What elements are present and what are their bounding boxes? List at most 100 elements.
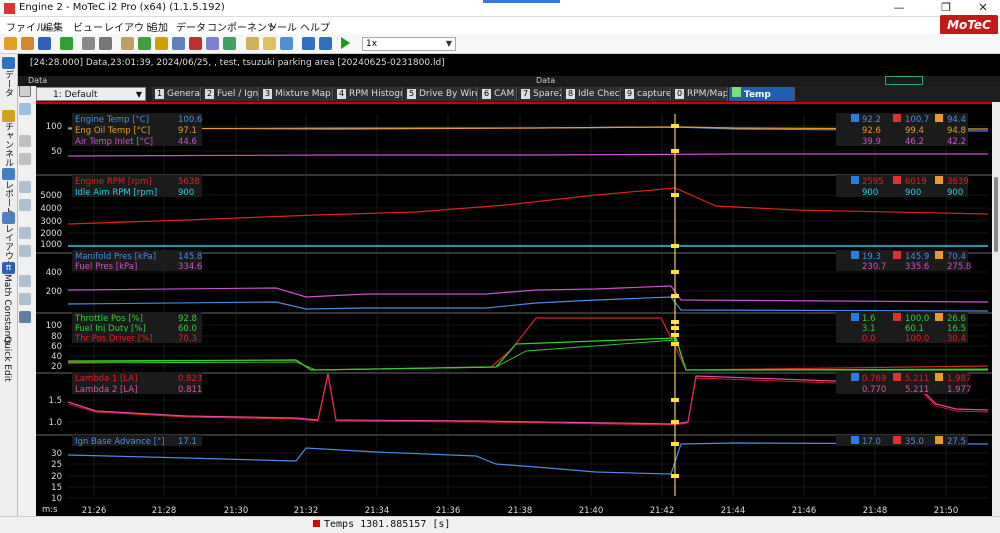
open-icon[interactable] [4, 37, 17, 50]
cursor-marker [671, 270, 679, 274]
list-tool-icon[interactable] [19, 311, 31, 323]
tab-rpm-histogram[interactable]: 4RPM Histogram [334, 87, 403, 101]
scrollbar-thumb[interactable] [994, 177, 998, 252]
menu-tools[interactable]: ツール [267, 19, 297, 34]
cursor-marker [671, 294, 679, 298]
print-preview-icon[interactable] [99, 37, 112, 50]
channel-max: 5.211 [905, 385, 929, 395]
download-icon[interactable] [60, 37, 73, 50]
max-icon [893, 251, 901, 259]
marker-tool-icon[interactable] [19, 181, 31, 193]
tab-general[interactable]: 1 General [152, 87, 201, 101]
close-button[interactable]: ✕ [972, 1, 994, 14]
sidebar-item-channels[interactable]: チャンネル [2, 122, 15, 167]
tab-number: 5 [407, 89, 416, 99]
data-timeline-bar[interactable]: Data Data [18, 76, 1000, 86]
tab-fuel-ign[interactable]: 2 Fuel / Ign [202, 87, 259, 101]
data-panel-icon[interactable] [2, 57, 15, 69]
grid-icon[interactable] [206, 37, 219, 50]
pi-icon[interactable]: π [2, 262, 15, 274]
menu-layout[interactable]: レイアウト [104, 19, 154, 34]
tab-mixture-map[interactable]: 3 Mixture Map [260, 87, 333, 101]
layout-select[interactable]: 1: Default ▼ [36, 87, 146, 101]
channel-min: 92.2 [862, 115, 881, 125]
search-tool-icon[interactable] [19, 153, 31, 165]
channel-min: 92.6 [862, 126, 881, 136]
y-tick-label: 30 [51, 449, 62, 459]
open-folder-icon[interactable] [21, 37, 34, 50]
tab-label: Drive By Wire [419, 89, 478, 99]
tab-rpm-map[interactable]: 0 RPM/Map [672, 87, 728, 101]
vertical-scrollbar[interactable] [992, 102, 1000, 516]
menu-data[interactable]: データ [176, 19, 206, 34]
forward-icon[interactable] [319, 37, 332, 50]
manifold-pres-trace [67, 296, 989, 312]
tab-number: 1 [155, 89, 164, 99]
back-icon[interactable] [302, 37, 315, 50]
title-accent [483, 0, 560, 3]
maximize-button[interactable]: ❐ [935, 1, 957, 14]
menu-help[interactable]: ヘルプ [300, 19, 330, 34]
tab-spare2[interactable]: 7 Spare2 [518, 87, 562, 101]
max-icon [893, 114, 901, 122]
record-icon[interactable] [189, 37, 202, 50]
sidebar-item-quick-edit[interactable]: Quick Edit [2, 336, 12, 382]
y-tick-label: 15 [51, 483, 62, 493]
zoom-select[interactable]: 1x ▼ [362, 37, 456, 51]
cursor-marker [671, 244, 679, 248]
tile-icon[interactable] [246, 37, 259, 50]
print-icon[interactable] [82, 37, 95, 50]
channel-value: 334.6 [178, 262, 202, 272]
menu-file[interactable]: ファイル [6, 19, 46, 34]
layout-icon[interactable] [155, 37, 168, 50]
tab-temp[interactable]: Temp [729, 87, 795, 101]
report-panel-icon[interactable] [2, 168, 15, 180]
tab-drive-by-wire[interactable]: 5 Drive By Wire [404, 87, 478, 101]
sidebar-item-reports[interactable]: レポート [2, 180, 15, 216]
settings-tool-icon[interactable] [19, 275, 31, 287]
time-graph[interactable]: 100 50 5000 4000 3000 2000 1000 400 200 100 80 60 40… [36, 102, 992, 516]
motec-logo: MoTeC [940, 15, 998, 35]
chart-icon[interactable] [223, 37, 236, 50]
menu-view[interactable]: ビュー [73, 19, 103, 34]
save-icon[interactable] [38, 37, 51, 50]
channel-max: 335.6 [905, 262, 929, 272]
layout-panel-icon[interactable] [2, 212, 15, 224]
tab-label: capture [637, 89, 671, 99]
tab-capture[interactable]: 9 capture [622, 87, 671, 101]
channel-avg: 42.2 [947, 137, 966, 147]
channel-value: 70.3 [178, 334, 197, 344]
x-tick-label: 21:50 [934, 506, 959, 516]
tool-palette [19, 85, 32, 325]
excel-icon[interactable] [138, 37, 151, 50]
range-selection[interactable] [885, 76, 923, 85]
data-label-left: Data [28, 76, 48, 85]
tab-cam[interactable]: 6 CAM [479, 87, 517, 101]
menu-add[interactable]: 追加 [148, 19, 168, 34]
edit-icon[interactable] [121, 37, 134, 50]
channel-avg: 94.4 [947, 115, 966, 125]
overlay-tool-icon[interactable] [19, 227, 31, 239]
menu-edit[interactable]: 編集 [43, 19, 63, 34]
sidebar-item-math-constants[interactable]: Math Constants [2, 274, 12, 345]
cursor-tool-icon[interactable] [19, 85, 31, 97]
worksheet-tabs: 1: Default ▼ 1 General 2 Fuel / Ign 3 Mixture… [36, 86, 1000, 102]
cascade-icon[interactable] [263, 37, 276, 50]
compare-tool-icon[interactable] [19, 245, 31, 257]
measure-tool-icon[interactable] [19, 135, 31, 147]
log-info-text: [24:28.000] Data,23:01:39, 2024/06/25, ,… [30, 58, 445, 68]
table-icon[interactable] [172, 37, 185, 50]
air-temp-trace [67, 153, 988, 157]
channel-avg: 1.987 [947, 374, 971, 384]
sync-tool-icon[interactable] [19, 199, 31, 211]
zoom-tool-icon[interactable] [19, 103, 31, 115]
x-tick-label: 21:32 [294, 506, 319, 516]
sidebar-item-data[interactable]: データ [2, 70, 15, 97]
play-icon[interactable] [341, 37, 350, 49]
channel-panel-icon[interactable] [2, 110, 15, 122]
minimize-button[interactable]: — [888, 1, 910, 14]
overlay-icon[interactable] [280, 37, 293, 50]
channel-avg: 3639 [947, 177, 969, 187]
tab-idle-check[interactable]: 8 Idle Check [563, 87, 621, 101]
properties-tool-icon[interactable] [19, 293, 31, 305]
